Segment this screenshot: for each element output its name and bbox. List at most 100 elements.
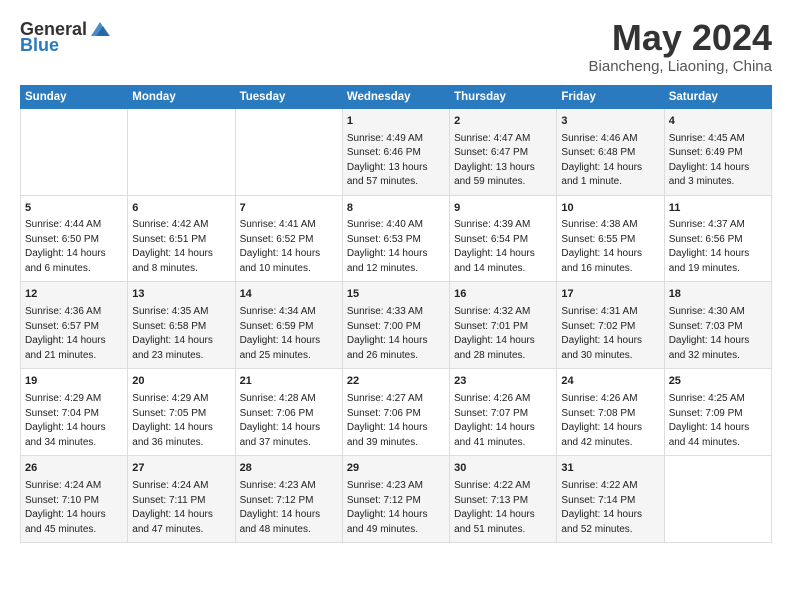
day-info: Sunset: 7:06 PM: [240, 407, 338, 422]
day-info: Sunrise: 4:37 AM: [669, 218, 767, 233]
day-cell: [235, 108, 342, 195]
day-cell: 5Sunrise: 4:44 AMSunset: 6:50 PMDaylight…: [21, 195, 128, 282]
day-info: Sunset: 7:05 PM: [132, 407, 230, 422]
day-info: Sunset: 6:53 PM: [347, 233, 445, 248]
day-number: 11: [669, 201, 767, 217]
day-number: 14: [240, 287, 338, 303]
day-info: Daylight: 14 hours and 34 minutes.: [25, 421, 123, 450]
day-number: 25: [669, 374, 767, 390]
day-cell: 24Sunrise: 4:26 AMSunset: 7:08 PMDayligh…: [557, 369, 664, 456]
header-sunday: Sunday: [21, 85, 128, 108]
day-info: Sunset: 7:01 PM: [454, 320, 552, 335]
day-info: Sunrise: 4:25 AM: [669, 392, 767, 407]
day-number: 20: [132, 374, 230, 390]
day-info: Daylight: 14 hours and 52 minutes.: [561, 508, 659, 537]
day-cell: 21Sunrise: 4:28 AMSunset: 7:06 PMDayligh…: [235, 369, 342, 456]
day-info: Daylight: 13 hours and 59 minutes.: [454, 161, 552, 190]
header-wednesday: Wednesday: [342, 85, 449, 108]
day-cell: 7Sunrise: 4:41 AMSunset: 6:52 PMDaylight…: [235, 195, 342, 282]
day-cell: 10Sunrise: 4:38 AMSunset: 6:55 PMDayligh…: [557, 195, 664, 282]
day-cell: 22Sunrise: 4:27 AMSunset: 7:06 PMDayligh…: [342, 369, 449, 456]
day-info: Sunset: 6:47 PM: [454, 146, 552, 161]
day-info: Sunrise: 4:28 AM: [240, 392, 338, 407]
day-info: Sunrise: 4:26 AM: [561, 392, 659, 407]
day-number: 23: [454, 374, 552, 390]
day-info: Sunrise: 4:40 AM: [347, 218, 445, 233]
day-number: 3: [561, 114, 659, 130]
day-cell: 12Sunrise: 4:36 AMSunset: 6:57 PMDayligh…: [21, 282, 128, 369]
day-cell: 3Sunrise: 4:46 AMSunset: 6:48 PMDaylight…: [557, 108, 664, 195]
header-friday: Friday: [557, 85, 664, 108]
week-row-2: 12Sunrise: 4:36 AMSunset: 6:57 PMDayligh…: [21, 282, 772, 369]
day-number: 19: [25, 374, 123, 390]
day-info: Sunrise: 4:34 AM: [240, 305, 338, 320]
day-info: Sunset: 7:14 PM: [561, 494, 659, 509]
day-info: Daylight: 14 hours and 23 minutes.: [132, 334, 230, 363]
day-cell: 20Sunrise: 4:29 AMSunset: 7:05 PMDayligh…: [128, 369, 235, 456]
day-info: Daylight: 14 hours and 12 minutes.: [347, 247, 445, 276]
day-info: Sunrise: 4:22 AM: [561, 479, 659, 494]
day-info: Sunset: 6:48 PM: [561, 146, 659, 161]
day-info: Sunset: 7:00 PM: [347, 320, 445, 335]
page: General Blue May 2024 Biancheng, Liaonin…: [0, 0, 792, 612]
day-info: Sunset: 7:06 PM: [347, 407, 445, 422]
day-info: Sunset: 7:07 PM: [454, 407, 552, 422]
day-info: Daylight: 14 hours and 28 minutes.: [454, 334, 552, 363]
day-info: Daylight: 14 hours and 39 minutes.: [347, 421, 445, 450]
day-cell: [21, 108, 128, 195]
day-number: 4: [669, 114, 767, 130]
day-info: Sunrise: 4:27 AM: [347, 392, 445, 407]
day-cell: 2Sunrise: 4:47 AMSunset: 6:47 PMDaylight…: [450, 108, 557, 195]
day-number: 2: [454, 114, 552, 130]
day-info: Daylight: 14 hours and 48 minutes.: [240, 508, 338, 537]
day-info: Sunset: 7:12 PM: [347, 494, 445, 509]
day-cell: 8Sunrise: 4:40 AMSunset: 6:53 PMDaylight…: [342, 195, 449, 282]
day-info: Sunset: 6:56 PM: [669, 233, 767, 248]
day-cell: 15Sunrise: 4:33 AMSunset: 7:00 PMDayligh…: [342, 282, 449, 369]
day-cell: 18Sunrise: 4:30 AMSunset: 7:03 PMDayligh…: [664, 282, 771, 369]
day-info: Daylight: 14 hours and 26 minutes.: [347, 334, 445, 363]
day-info: Sunset: 7:02 PM: [561, 320, 659, 335]
day-info: Sunrise: 4:29 AM: [132, 392, 230, 407]
day-info: Sunset: 7:04 PM: [25, 407, 123, 422]
day-cell: 25Sunrise: 4:25 AMSunset: 7:09 PMDayligh…: [664, 369, 771, 456]
day-info: Daylight: 14 hours and 49 minutes.: [347, 508, 445, 537]
day-info: Sunrise: 4:23 AM: [347, 479, 445, 494]
day-info: Sunrise: 4:46 AM: [561, 132, 659, 147]
day-info: Daylight: 14 hours and 19 minutes.: [669, 247, 767, 276]
day-info: Sunrise: 4:36 AM: [25, 305, 123, 320]
day-number: 6: [132, 201, 230, 217]
week-row-3: 19Sunrise: 4:29 AMSunset: 7:04 PMDayligh…: [21, 369, 772, 456]
day-cell: 19Sunrise: 4:29 AMSunset: 7:04 PMDayligh…: [21, 369, 128, 456]
day-info: Sunset: 6:52 PM: [240, 233, 338, 248]
day-info: Daylight: 13 hours and 57 minutes.: [347, 161, 445, 190]
day-info: Sunset: 7:10 PM: [25, 494, 123, 509]
day-info: Sunset: 7:08 PM: [561, 407, 659, 422]
day-cell: 28Sunrise: 4:23 AMSunset: 7:12 PMDayligh…: [235, 456, 342, 543]
day-info: Sunrise: 4:39 AM: [454, 218, 552, 233]
day-info: Sunrise: 4:23 AM: [240, 479, 338, 494]
day-cell: 9Sunrise: 4:39 AMSunset: 6:54 PMDaylight…: [450, 195, 557, 282]
day-info: Daylight: 14 hours and 25 minutes.: [240, 334, 338, 363]
day-cell: 16Sunrise: 4:32 AMSunset: 7:01 PMDayligh…: [450, 282, 557, 369]
day-info: Sunset: 6:46 PM: [347, 146, 445, 161]
day-info: Sunset: 6:54 PM: [454, 233, 552, 248]
day-number: 24: [561, 374, 659, 390]
logo-icon: [89, 18, 111, 40]
day-number: 15: [347, 287, 445, 303]
day-number: 5: [25, 201, 123, 217]
day-info: Sunrise: 4:38 AM: [561, 218, 659, 233]
day-cell: [664, 456, 771, 543]
day-cell: 4Sunrise: 4:45 AMSunset: 6:49 PMDaylight…: [664, 108, 771, 195]
day-info: Sunrise: 4:49 AM: [347, 132, 445, 147]
day-info: Daylight: 14 hours and 3 minutes.: [669, 161, 767, 190]
day-info: Daylight: 14 hours and 45 minutes.: [25, 508, 123, 537]
day-info: Sunrise: 4:31 AM: [561, 305, 659, 320]
day-info: Daylight: 14 hours and 32 minutes.: [669, 334, 767, 363]
day-info: Daylight: 14 hours and 21 minutes.: [25, 334, 123, 363]
day-info: Daylight: 14 hours and 16 minutes.: [561, 247, 659, 276]
day-info: Daylight: 14 hours and 47 minutes.: [132, 508, 230, 537]
calendar-header-row: SundayMondayTuesdayWednesdayThursdayFrid…: [21, 85, 772, 108]
day-info: Sunrise: 4:24 AM: [132, 479, 230, 494]
day-cell: 11Sunrise: 4:37 AMSunset: 6:56 PMDayligh…: [664, 195, 771, 282]
